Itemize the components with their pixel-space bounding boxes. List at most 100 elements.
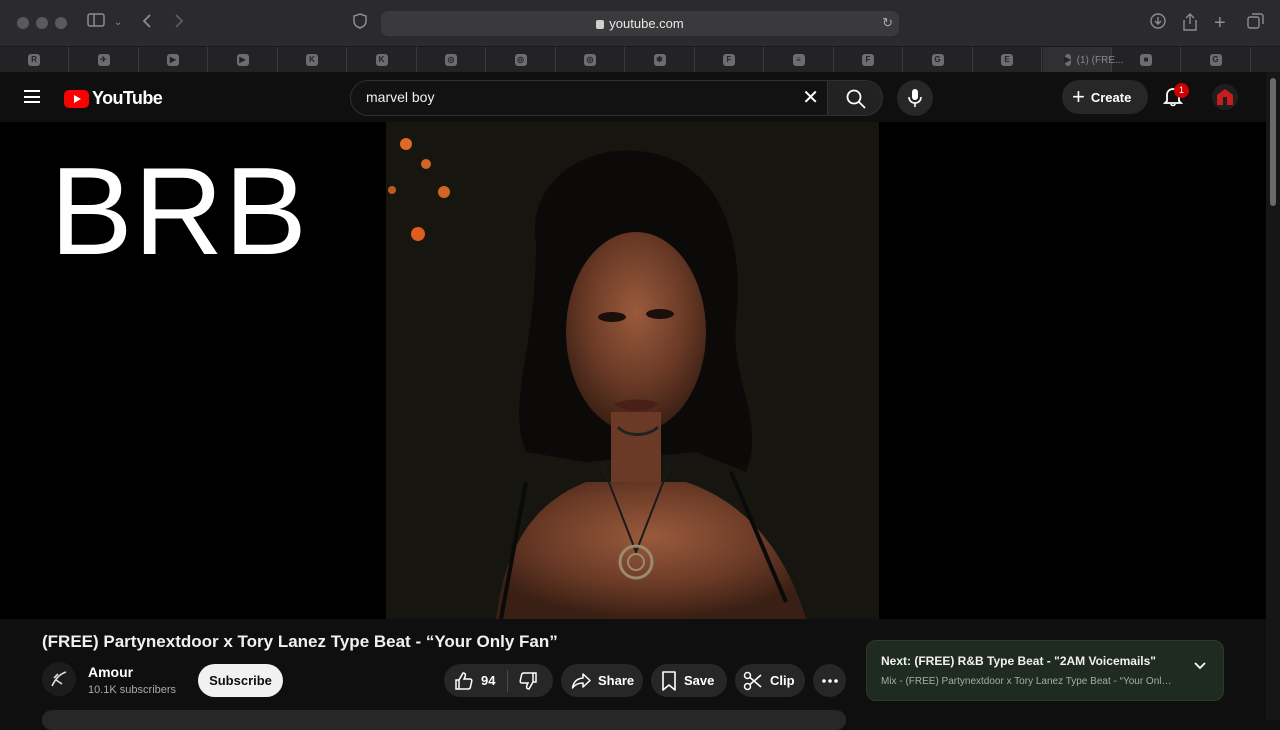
- search-input[interactable]: marvel boy ✕: [350, 80, 828, 116]
- chevron-down-icon[interactable]: ⌄: [114, 13, 122, 33]
- logo-text: YouTube: [92, 88, 163, 108]
- lock-icon: [596, 20, 605, 29]
- browser-tab[interactable]: ◎: [417, 47, 486, 73]
- tab-favicon-icon: ✱: [653, 54, 666, 66]
- browser-tab[interactable]: ▶ (1) (FRE...: [1042, 47, 1123, 73]
- share-icon: [571, 672, 591, 689]
- browser-tab[interactable]: ▶: [209, 47, 278, 73]
- clear-search-icon[interactable]: ✕: [802, 88, 819, 108]
- back-icon[interactable]: [142, 13, 152, 35]
- menu-icon[interactable]: [24, 90, 40, 103]
- new-tab-icon[interactable]: +: [1214, 13, 1226, 33]
- tab-favicon-icon: F: [862, 54, 874, 66]
- browser-tab[interactable]: ✈: [70, 47, 139, 73]
- browser-tab[interactable]: E: [973, 47, 1042, 73]
- dislike-button[interactable]: [508, 671, 538, 691]
- browser-toolbar: ⌄ youtube.com ↻ +: [0, 0, 1280, 46]
- browser-tab[interactable]: ▶: [139, 47, 208, 73]
- overlay-text: BRB: [50, 143, 308, 281]
- mix-playlist-title: Mix - (FREE) Partynextdoor x Tory Lanez …: [881, 676, 1176, 687]
- account-avatar[interactable]: [1212, 84, 1238, 110]
- search-button[interactable]: [827, 80, 883, 116]
- address-bar[interactable]: youtube.com ↻: [381, 11, 899, 36]
- tab-favicon-icon: E: [1001, 54, 1013, 66]
- video-player[interactable]: BRB: [0, 122, 1266, 619]
- channel-avatar[interactable]: [42, 662, 76, 696]
- description-box[interactable]: [42, 710, 846, 730]
- thumbs-down-icon: [519, 671, 537, 690]
- subscriber-count: 10.1K subscribers: [88, 684, 177, 696]
- sidebar-toggle-icon[interactable]: [87, 13, 105, 33]
- tab-favicon-icon: ≡: [792, 54, 805, 66]
- subscribe-button[interactable]: Subscribe: [198, 664, 283, 697]
- microphone-icon: [908, 89, 922, 107]
- minimize-window-button[interactable]: [36, 17, 48, 29]
- chevron-down-icon[interactable]: [1193, 661, 1207, 671]
- clip-button[interactable]: Clip: [735, 664, 805, 697]
- search-query[interactable]: marvel boy: [366, 89, 434, 105]
- video-title: (FREE) Partynextdoor x Tory Lanez Type B…: [42, 632, 558, 651]
- browser-tab[interactable]: F: [834, 47, 903, 73]
- reload-icon[interactable]: ↻: [882, 15, 893, 31]
- browser-tab[interactable]: ✱: [626, 47, 695, 73]
- plus-icon: +: [1072, 84, 1085, 109]
- browser-tab[interactable]: K: [348, 47, 417, 73]
- tab-favicon-icon: ✈: [97, 54, 110, 66]
- url-text: youtube.com: [609, 16, 684, 31]
- tab-favicon-icon: K: [306, 54, 318, 66]
- bookmark-icon: [662, 670, 676, 691]
- tab-favicon-icon: ■: [1140, 54, 1152, 66]
- next-video-title: Next: (FREE) R&B Type Beat - "2AM Voicem…: [881, 654, 1156, 668]
- up-next-card[interactable]: Next: (FREE) R&B Type Beat - "2AM Voicem…: [866, 640, 1224, 701]
- tab-favicon-icon: ◎: [514, 54, 527, 66]
- clip-label: Clip: [770, 673, 795, 688]
- tab-favicon-icon: ▶: [167, 54, 179, 66]
- more-horizontal-icon: [821, 678, 838, 683]
- tab-favicon-icon: R: [28, 54, 40, 66]
- video-cover-image: [386, 122, 879, 619]
- more-actions-button[interactable]: [813, 664, 846, 697]
- scrollbar-thumb[interactable]: [1270, 78, 1276, 206]
- browser-tab[interactable]: ◎: [556, 47, 625, 73]
- browser-tab[interactable]: R: [0, 47, 69, 73]
- browser-tab[interactable]: ◎: [487, 47, 556, 73]
- youtube-header: YouTube marvel boy ✕ + Create 1: [0, 72, 1266, 122]
- tab-favicon-icon: ◎: [445, 54, 457, 66]
- tab-favicon-icon: ▶: [236, 54, 249, 66]
- browser-tab[interactable]: ■: [1112, 47, 1181, 73]
- privacy-shield-icon[interactable]: [353, 13, 367, 35]
- create-button[interactable]: + Create: [1062, 80, 1148, 114]
- voice-search-button[interactable]: [897, 80, 933, 116]
- youtube-play-icon: [64, 89, 89, 108]
- tab-favicon-icon: G: [931, 54, 944, 66]
- youtube-logo[interactable]: YouTube: [64, 88, 163, 109]
- page-scrollbar[interactable]: [1266, 72, 1280, 720]
- tab-overview-icon[interactable]: [1247, 13, 1264, 35]
- channel-name[interactable]: Amour: [88, 664, 133, 680]
- browser-tab[interactable]: G: [1182, 47, 1251, 73]
- tab-bar: R ✈ ▶ ▶ K K ◎ ◎ ◎ ✱ F ≡ F G E ▶ (1) (FRE... ■ G: [0, 46, 1280, 73]
- browser-tab[interactable]: F: [695, 47, 764, 73]
- create-label: Create: [1090, 89, 1132, 105]
- downloads-icon[interactable]: [1150, 13, 1166, 35]
- scissors-icon: [743, 671, 762, 690]
- forward-icon[interactable]: [174, 13, 184, 35]
- like-button[interactable]: 94: [444, 669, 508, 692]
- browser-tab[interactable]: K: [278, 47, 347, 73]
- share-label: Share: [598, 673, 635, 688]
- browser-tab[interactable]: G: [904, 47, 973, 73]
- channel-logo-icon: [51, 671, 67, 687]
- share-page-icon[interactable]: [1183, 13, 1197, 37]
- close-window-button[interactable]: [17, 17, 29, 29]
- thumbs-up-icon: [455, 671, 473, 690]
- avatar-icon: [1217, 89, 1233, 105]
- share-button[interactable]: Share: [561, 664, 643, 697]
- browser-tab[interactable]: ≡: [765, 47, 834, 73]
- tab-favicon-icon: G: [1209, 54, 1222, 66]
- tab-favicon-icon: F: [723, 54, 735, 66]
- save-button[interactable]: Save: [651, 664, 727, 697]
- notification-badge: 1: [1174, 83, 1189, 98]
- zoom-window-button[interactable]: [55, 17, 67, 29]
- search-icon: [846, 89, 866, 109]
- like-dislike-group: 94: [444, 664, 553, 697]
